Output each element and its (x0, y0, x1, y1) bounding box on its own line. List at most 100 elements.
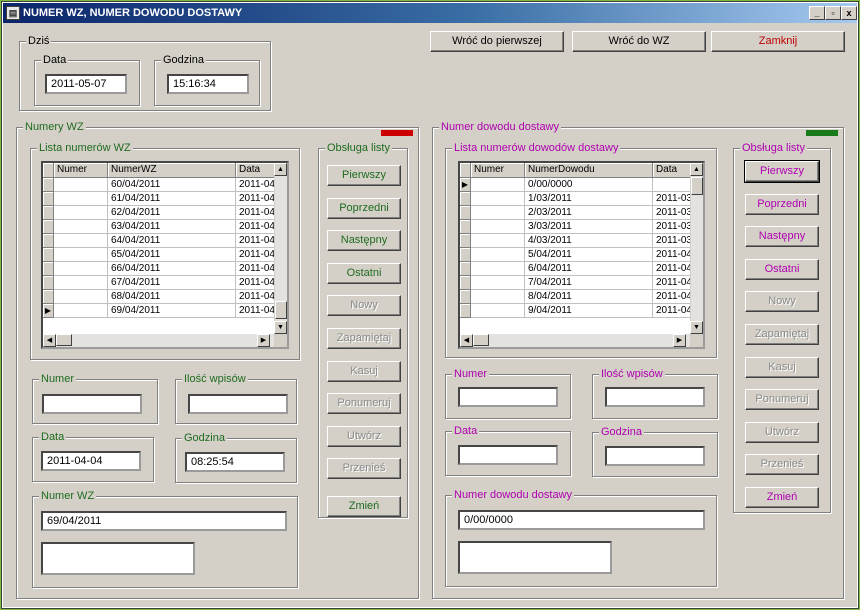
table-cell[interactable]: 68/04/2011 (108, 290, 236, 304)
horizontal-scrollbar[interactable]: ◀ ▶ (43, 334, 274, 347)
scroll-down-icon[interactable]: ▼ (274, 321, 287, 334)
table-cell[interactable] (471, 206, 525, 220)
table-cell[interactable]: 65/04/2011 (108, 248, 236, 262)
table-row[interactable]: 67/04/2011 2011-04- (43, 276, 280, 290)
row-indicator[interactable] (460, 276, 471, 290)
table-cell[interactable] (471, 276, 525, 290)
table-cell[interactable]: 6/04/2011 (525, 262, 653, 276)
table-cell[interactable]: 3/03/2011 (525, 220, 653, 234)
table-cell[interactable] (471, 178, 525, 192)
right-move-button[interactable]: Przenieś (745, 454, 819, 476)
table-cell[interactable] (471, 234, 525, 248)
wz-list-grid[interactable]: Numer NumerWZ Data 60/04/2011 2011-04- 61/04/… (41, 161, 289, 349)
table-cell[interactable]: 60/04/2011 (108, 178, 236, 192)
row-indicator[interactable] (43, 206, 54, 220)
left-change-button[interactable]: Zmień (327, 496, 401, 517)
left-last-button[interactable]: Ostatni (327, 262, 401, 284)
table-row[interactable]: 9/04/2011 2011-04- (460, 304, 697, 318)
table-cell[interactable] (54, 276, 108, 290)
row-indicator[interactable] (460, 192, 471, 206)
grid-column-header[interactable]: Numer (54, 163, 108, 178)
left-new-button[interactable]: Nowy (327, 295, 401, 317)
row-pointer-icon[interactable]: ▶ (43, 304, 54, 318)
today-time-field[interactable]: 15:16:34 (167, 74, 249, 94)
table-cell[interactable]: 4/03/2011 (525, 234, 653, 248)
row-indicator[interactable] (43, 290, 54, 304)
table-row[interactable]: 60/04/2011 2011-04- (43, 178, 280, 192)
right-renumber-button[interactable]: Ponumeruj (745, 389, 819, 411)
table-cell[interactable]: 66/04/2011 (108, 262, 236, 276)
row-indicator[interactable] (43, 192, 54, 206)
table-row[interactable]: 66/04/2011 2011-04- (43, 262, 280, 276)
table-cell[interactable]: 69/04/2011 (108, 304, 236, 318)
grid-column-header[interactable]: NumerWZ (108, 163, 236, 178)
scroll-up-icon[interactable]: ▲ (274, 163, 287, 176)
row-indicator[interactable] (460, 304, 471, 318)
table-row[interactable]: 3/03/2011 2011-03- (460, 220, 697, 234)
table-cell[interactable] (471, 192, 525, 206)
scroll-thumb[interactable] (275, 301, 287, 319)
table-cell[interactable]: 67/04/2011 (108, 276, 236, 290)
right-next-button[interactable]: Następny (745, 226, 819, 248)
table-cell[interactable]: 61/04/2011 (108, 192, 236, 206)
row-indicator[interactable] (43, 248, 54, 262)
table-cell[interactable] (471, 248, 525, 262)
table-cell[interactable]: 8/04/2011 (525, 290, 653, 304)
scroll-down-icon[interactable]: ▼ (690, 321, 703, 334)
wz-numer-field[interactable] (42, 394, 142, 414)
dowod-extra-field[interactable] (458, 541, 612, 574)
table-cell[interactable] (54, 220, 108, 234)
row-indicator[interactable] (460, 290, 471, 304)
table-cell[interactable] (54, 206, 108, 220)
right-last-button[interactable]: Ostatni (745, 258, 819, 280)
row-indicator[interactable] (43, 276, 54, 290)
table-cell[interactable]: 63/04/2011 (108, 220, 236, 234)
table-cell[interactable]: 62/04/2011 (108, 206, 236, 220)
table-row[interactable]: 7/04/2011 2011-04- (460, 276, 697, 290)
grid-column-header[interactable]: Numer (471, 163, 525, 178)
dowod-numer-field[interactable] (458, 387, 558, 407)
table-row[interactable]: 8/04/2011 2011-04- (460, 290, 697, 304)
row-indicator[interactable] (460, 220, 471, 234)
scroll-thumb[interactable] (473, 334, 489, 346)
maximize-button[interactable]: ▫ (825, 6, 841, 20)
table-cell[interactable]: 9/04/2011 (525, 304, 653, 318)
right-delete-button[interactable]: Kasuj (745, 356, 819, 378)
row-indicator[interactable] (43, 178, 54, 192)
left-previous-button[interactable]: Poprzedni (327, 197, 401, 219)
scroll-up-icon[interactable]: ▲ (690, 163, 703, 176)
table-cell[interactable] (54, 262, 108, 276)
wz-count-field[interactable] (188, 394, 288, 414)
row-indicator[interactable] (43, 234, 54, 248)
back-to-wz-button[interactable]: Wróć do WZ (572, 31, 706, 52)
table-cell[interactable] (54, 178, 108, 192)
close-button[interactable]: Zamknij (711, 31, 845, 52)
table-cell[interactable] (54, 234, 108, 248)
table-cell[interactable]: 2/03/2011 (525, 206, 653, 220)
table-row[interactable]: 64/04/2011 2011-04- (43, 234, 280, 248)
table-row[interactable]: 62/04/2011 2011-04- (43, 206, 280, 220)
scroll-left-icon[interactable]: ◀ (43, 334, 56, 347)
table-row[interactable]: 6/04/2011 2011-04- (460, 262, 697, 276)
table-row[interactable]: 68/04/2011 2011-04- (43, 290, 280, 304)
table-row[interactable]: 1/03/2011 2011-03- (460, 192, 697, 206)
table-cell[interactable]: 7/04/2011 (525, 276, 653, 290)
vertical-scrollbar[interactable]: ▲ ▼ (274, 163, 287, 334)
grid-column-header[interactable]: NumerDowodu (525, 163, 653, 178)
table-row[interactable]: 5/04/2011 2011-04- (460, 248, 697, 262)
table-row[interactable]: ▶ 0/00/0000 (460, 178, 697, 192)
row-pointer-icon[interactable]: ▶ (460, 178, 471, 192)
left-create-button[interactable]: Utwórz (327, 425, 401, 447)
left-first-button[interactable]: Pierwszy (327, 165, 401, 186)
table-row[interactable]: 2/03/2011 2011-03- (460, 206, 697, 220)
table-cell[interactable]: 64/04/2011 (108, 234, 236, 248)
dowod-time-field[interactable] (605, 446, 705, 466)
wz-number-field[interactable]: 69/04/2011 (41, 511, 287, 531)
table-row[interactable]: ▶ 69/04/2011 2011-04- (43, 304, 280, 318)
table-cell[interactable] (54, 304, 108, 318)
left-renumber-button[interactable]: Ponumeruj (327, 393, 401, 415)
wz-date-field[interactable]: 2011-04-04 (41, 451, 141, 471)
row-indicator[interactable] (43, 220, 54, 234)
table-cell[interactable] (471, 220, 525, 234)
row-indicator[interactable] (460, 206, 471, 220)
